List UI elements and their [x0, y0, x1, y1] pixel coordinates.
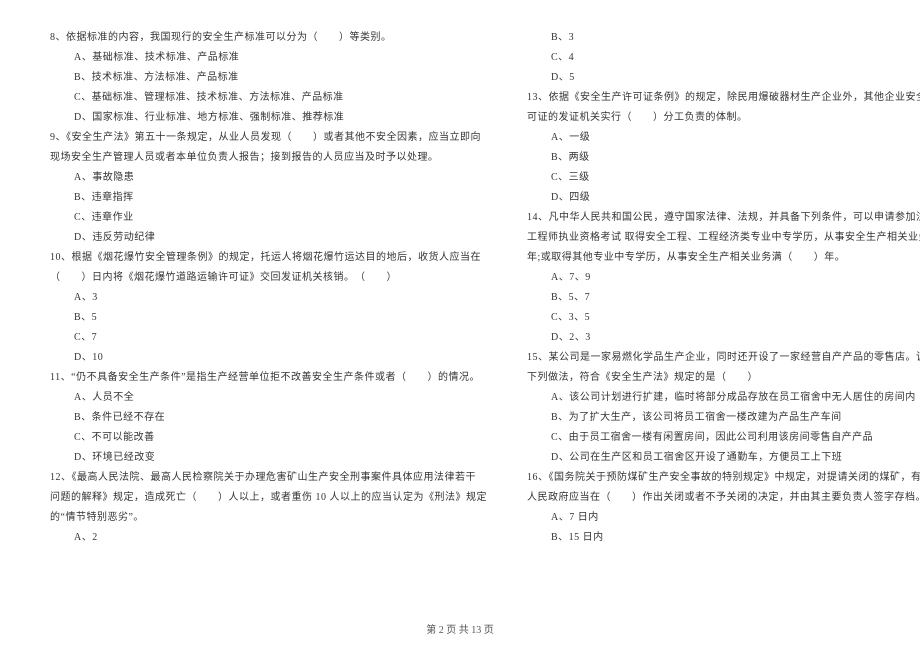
q12-stem-2: 问题的解释》规定，造成死亡（ ）人以上，或者重伤 10 人以上的应当认定为《刑法… [50, 488, 487, 508]
q9-option-c: C、违章作业 [50, 208, 487, 228]
page-footer: 第 2 页 共 13 页 [0, 621, 920, 636]
q8-option-a: A、基础标准、技术标准、产品标准 [50, 48, 487, 68]
q10-option-a: A、3 [50, 288, 487, 308]
q9-option-b: B、违章指挥 [50, 188, 487, 208]
q13-option-d: D、四级 [527, 188, 920, 208]
q9-option-d: D、违反劳动纪律 [50, 228, 487, 248]
right-column: B、3 C、4 D、5 13、依据《安全生产许可证条例》的规定，除民用爆破器材生… [527, 28, 920, 548]
q11-option-b: B、条件已经不存在 [50, 408, 487, 428]
q13-option-c: C、三级 [527, 168, 920, 188]
q8-option-c: C、基础标准、管理标准、技术标准、方法标准、产品标准 [50, 88, 487, 108]
q16-stem-2: 人民政府应当在（ ）作出关闭或者不予关闭的决定，并由其主要负责人签字存档。 [527, 488, 920, 508]
q12-stem-3: 的“情节特别恶劣”。 [50, 508, 487, 528]
q13-stem-2: 可证的发证机关实行（ ）分工负责的体制。 [527, 108, 920, 128]
q12-option-a: A、2 [50, 528, 487, 548]
q12-option-b: B、3 [527, 28, 920, 48]
q10-stem-2: （ ）日内将《烟花爆竹道路运输许可证》交回发证机关核销。 （ ） [50, 268, 487, 288]
q15-option-a: A、该公司计划进行扩建，临时将部分成品存放在员工宿舍中无人居住的房间内 [527, 388, 920, 408]
q14-stem-1: 14、凡中华人民共和国公民，遵守国家法律、法规，并具备下列条件，可以申请参加注册… [527, 208, 920, 228]
q9-stem-2: 现场安全生产管理人员或者本单位负责人报告；接到报告的人员应当及时予以处理。 [50, 148, 487, 168]
q14-option-a: A、7、9 [527, 268, 920, 288]
q8-option-b: B、技术标准、方法标准、产品标准 [50, 68, 487, 88]
q10-option-c: C、7 [50, 328, 487, 348]
q16-option-b: B、15 日内 [527, 528, 920, 548]
q14-option-d: D、2、3 [527, 328, 920, 348]
q15-stem-1: 15、某公司是一家易燃化学品生产企业，同时还开设了一家经营自产产品的零售店。该公… [527, 348, 920, 368]
q14-stem-2: 工程师执业资格考试 取得安全工程、工程经济类专业中专学历，从事安全生产相关业务满… [527, 228, 920, 248]
q11-stem: 11、“仍不具备安全生产条件”是指生产经营单位拒不改善安全生产条件或者（ ）的情… [50, 368, 487, 388]
q11-option-a: A、人员不全 [50, 388, 487, 408]
q13-stem-1: 13、依据《安全生产许可证条例》的规定，除民用爆破器材生产企业外，其他企业安全生… [527, 88, 920, 108]
q14-option-b: B、5、7 [527, 288, 920, 308]
q10-option-b: B、5 [50, 308, 487, 328]
q16-stem-1: 16、《国务院关于预防煤矿生产安全事故的特别规定》中规定，对提请关闭的煤矿，有关… [527, 468, 920, 488]
exam-page: 8、依据标准的内容，我国现行的安全生产标准可以分为（ ）等类别。 A、基础标准、… [0, 0, 920, 548]
q12-stem-1: 12、《最高人民法院、最高人民检察院关于办理危害矿山生产安全刑事案件具体应用法律… [50, 468, 487, 488]
q11-option-d: D、环境已经改变 [50, 448, 487, 468]
q9-stem-1: 9、《安全生产法》第五十一条规定，从业人员发现（ ）或者其他不安全因素，应当立即… [50, 128, 487, 148]
q15-option-b: B、为了扩大生产，该公司将员工宿舍一楼改建为产品生产车间 [527, 408, 920, 428]
q15-option-c: C、由于员工宿舍一楼有闲置房间，因此公司利用该房间零售自产产品 [527, 428, 920, 448]
q14-stem-3: 年;或取得其他专业中专学历，从事安全生产相关业务满（ ）年。 [527, 248, 920, 268]
q15-option-d: D、公司在生产区和员工宿舍区开设了通勤车，方便员工上下班 [527, 448, 920, 468]
q12-option-c: C、4 [527, 48, 920, 68]
q16-option-a: A、7 日内 [527, 508, 920, 528]
left-column: 8、依据标准的内容，我国现行的安全生产标准可以分为（ ）等类别。 A、基础标准、… [50, 28, 487, 548]
q10-stem-1: 10、根据《烟花爆竹安全管理条例》的规定，托运人将烟花爆竹运达目的地后，收货人应… [50, 248, 487, 268]
q8-stem: 8、依据标准的内容，我国现行的安全生产标准可以分为（ ）等类别。 [50, 28, 487, 48]
q10-option-d: D、10 [50, 348, 487, 368]
q13-option-b: B、两级 [527, 148, 920, 168]
q13-option-a: A、一级 [527, 128, 920, 148]
q9-option-a: A、事故隐患 [50, 168, 487, 188]
q15-stem-2: 下列做法，符合《安全生产法》规定的是（ ） [527, 368, 920, 388]
q12-option-d: D、5 [527, 68, 920, 88]
q11-option-c: C、不可以能改善 [50, 428, 487, 448]
q14-option-c: C、3、5 [527, 308, 920, 328]
q8-option-d: D、国家标准、行业标准、地方标准、强制标准、推荐标准 [50, 108, 487, 128]
